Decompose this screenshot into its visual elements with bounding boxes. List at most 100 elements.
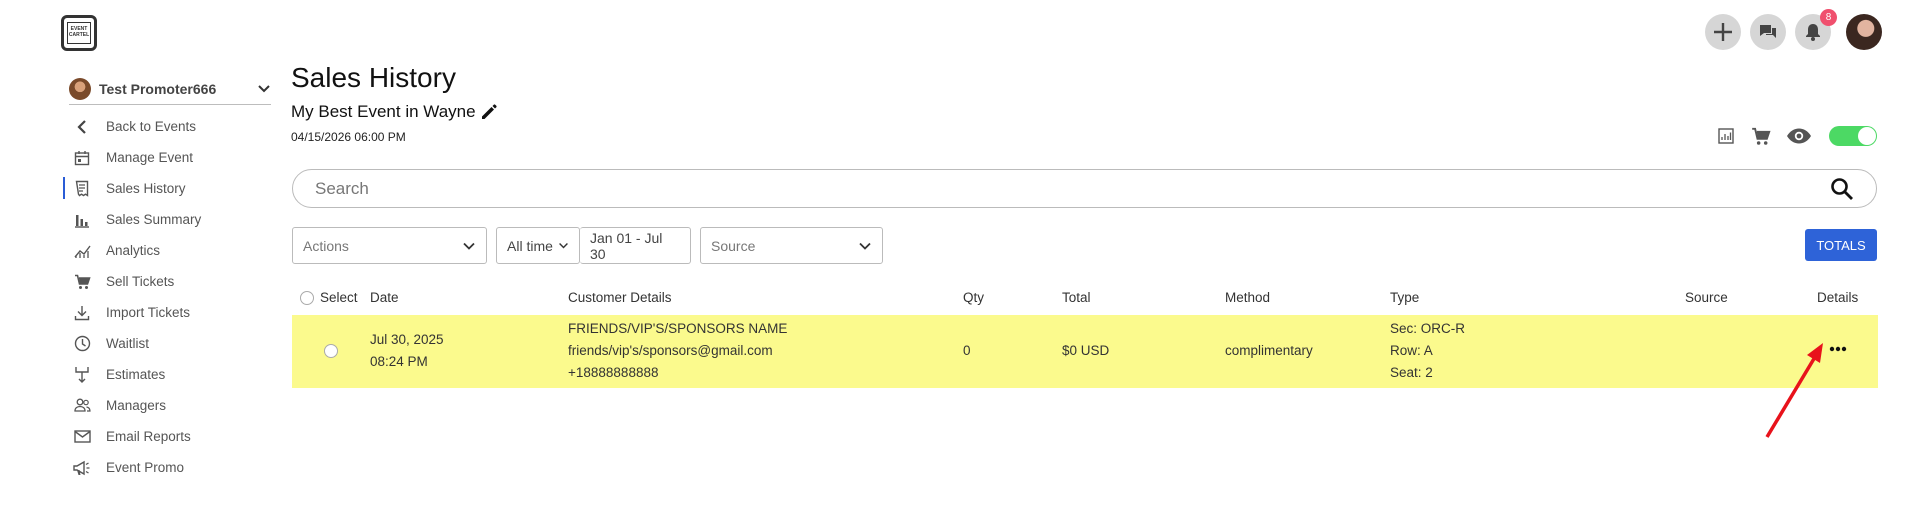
chevron-left-icon — [70, 117, 94, 137]
column-header-details: Details — [1817, 290, 1859, 305]
sidebar-item-sell-tickets[interactable]: Sell Tickets — [64, 266, 284, 297]
event-published-toggle[interactable] — [1829, 126, 1877, 146]
sidebar-item-label: Analytics — [106, 243, 161, 258]
promoter-name: Test Promoter666 — [99, 80, 217, 97]
actions-dropdown[interactable]: Actions — [292, 227, 487, 264]
chevron-down-icon — [859, 242, 871, 250]
promoter-avatar — [69, 77, 91, 100]
notification-count-badge: 8 — [1820, 9, 1837, 26]
fork-icon — [70, 365, 94, 385]
pencil-icon — [481, 104, 497, 119]
sidebar-item-estimates[interactable]: Estimates — [64, 359, 284, 390]
more-horizontal-icon — [1829, 346, 1847, 352]
date-range-value: Jan 01 - Jul 30 — [590, 229, 663, 262]
annotation-arrow-icon — [1765, 343, 1823, 438]
sidebar-item-event-promo[interactable]: Event Promo — [64, 452, 284, 483]
sidebar-item-label: Estimates — [106, 367, 166, 382]
actions-placeholder: Actions — [303, 237, 349, 254]
search-input[interactable] — [315, 178, 1830, 199]
calendar-icon — [70, 148, 94, 168]
notifications-button[interactable]: 8 — [1795, 9, 1837, 50]
search-bar — [292, 169, 1877, 208]
date-range-picker[interactable]: Jan 01 - Jul 30 — [580, 227, 691, 264]
chat-icon — [1760, 25, 1776, 38]
promoter-selector[interactable]: Test Promoter666 — [69, 73, 271, 105]
source-dropdown[interactable]: Source — [700, 227, 883, 264]
sidebar-item-managers[interactable]: Managers — [64, 390, 284, 421]
sidebar-nav: Back to Events Manage Event Sales Histor… — [63, 111, 284, 483]
sidebar-item-label: Event Promo — [106, 460, 185, 475]
analytics-icon — [70, 241, 94, 261]
sidebar-item-import-tickets[interactable]: Import Tickets — [64, 297, 284, 328]
totals-button[interactable]: TOTALS — [1805, 229, 1877, 261]
receipt-icon — [70, 179, 94, 199]
row-total: $0 USD — [1062, 343, 1110, 358]
sidebar-item-label: Sales Summary — [106, 212, 202, 227]
messages-button[interactable] — [1750, 14, 1786, 50]
row-type-cell: Sec: ORC-R Row: A Seat: 2 — [1390, 318, 1465, 384]
event-name-row: My Best Event in Wayne — [291, 102, 498, 122]
select-all-radio[interactable] — [300, 290, 314, 305]
megaphone-icon — [70, 458, 94, 478]
column-header-source: Source — [1685, 290, 1728, 305]
sidebar-item-sales-summary[interactable]: Sales Summary — [64, 204, 284, 235]
customer-email: friends/vip's/sponsors@gmail.com — [568, 343, 773, 358]
eye-icon — [1787, 128, 1811, 144]
sidebar-item-label: Email Reports — [106, 429, 191, 444]
bar-chart-icon — [70, 210, 94, 230]
bell-icon — [1806, 24, 1820, 41]
event-name: My Best Event in Wayne — [291, 102, 476, 121]
row-select-radio[interactable] — [324, 344, 338, 358]
row-qty: 0 — [963, 343, 971, 358]
sidebar-item-email-reports[interactable]: Email Reports — [64, 421, 284, 452]
table-row[interactable]: Jul 30, 2025 08:24 PM FRIENDS/VIP'S/SPON… — [292, 315, 1878, 388]
column-header-select: Select — [320, 290, 358, 305]
report-button[interactable] — [1713, 124, 1739, 148]
row-method: complimentary — [1225, 343, 1313, 358]
visibility-button[interactable] — [1784, 124, 1814, 148]
sidebar-item-analytics[interactable]: Analytics — [64, 235, 284, 266]
people-icon — [70, 396, 94, 416]
chevron-down-icon — [258, 84, 270, 92]
time-range-dropdown[interactable]: All time — [496, 227, 580, 264]
row-date-cell: Jul 30, 2025 08:24 PM — [370, 329, 444, 373]
chevron-down-icon — [559, 243, 568, 249]
sidebar-item-back-to-events[interactable]: Back to Events — [64, 111, 284, 142]
report-icon — [1718, 128, 1734, 144]
plus-icon — [1714, 23, 1732, 41]
chevron-down-icon — [463, 242, 475, 250]
cart-button[interactable] — [1748, 124, 1774, 148]
type-seat: Seat: 2 — [1390, 365, 1433, 380]
sidebar-item-label: Back to Events — [106, 119, 197, 134]
page-title: Sales History — [291, 62, 456, 93]
column-header-method: Method — [1225, 290, 1271, 305]
column-header-type: Type — [1390, 290, 1420, 305]
sidebar-item-label: Manage Event — [106, 150, 194, 165]
sidebar-item-label: Sales History — [106, 181, 186, 196]
mail-icon — [70, 427, 94, 447]
column-header-total: Total — [1062, 290, 1091, 305]
edit-event-name-button[interactable] — [480, 103, 498, 121]
clock-icon — [70, 334, 94, 354]
sidebar-item-label: Sell Tickets — [106, 274, 175, 289]
sidebar-item-sales-history[interactable]: Sales History — [63, 173, 284, 204]
event-date: 04/15/2026 06:00 PM — [291, 130, 406, 144]
logo-text: EVENT CARTEL — [67, 22, 91, 44]
type-sec: Sec: ORC-R — [1390, 321, 1466, 336]
app-logo[interactable]: EVENT CARTEL — [61, 15, 97, 51]
cart-icon — [1752, 127, 1771, 145]
type-row: Row: A — [1390, 343, 1433, 358]
search-icon[interactable] — [1830, 177, 1854, 201]
sidebar-item-manage-event[interactable]: Manage Event — [64, 142, 284, 173]
user-avatar[interactable] — [1846, 14, 1882, 50]
sidebar-item-label: Import Tickets — [106, 305, 191, 320]
add-button[interactable] — [1705, 14, 1741, 50]
sidebar-item-label: Waitlist — [106, 336, 149, 351]
sidebar-item-waitlist[interactable]: Waitlist — [64, 328, 284, 359]
time-range-value: All time — [507, 237, 553, 254]
cart-icon — [70, 272, 94, 292]
column-header-qty: Qty — [963, 290, 985, 305]
row-customer-cell: FRIENDS/VIP'S/SPONSORS NAME friends/vip'… — [568, 318, 787, 384]
select-all-header[interactable]: Select — [300, 290, 358, 305]
customer-name: FRIENDS/VIP'S/SPONSORS NAME — [568, 321, 788, 336]
